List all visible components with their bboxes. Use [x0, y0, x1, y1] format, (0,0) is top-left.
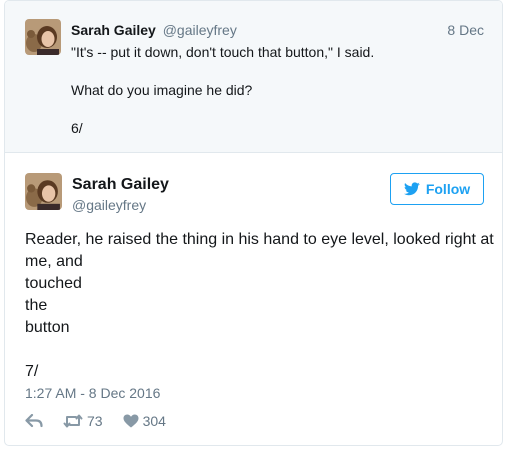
- reply-icon: [25, 414, 43, 428]
- tweet-text-line: [71, 100, 374, 119]
- tweet-text-line: [25, 339, 495, 361]
- author-handle[interactable]: @gaileyfrey: [163, 22, 237, 38]
- retweet-count: 73: [87, 413, 103, 429]
- author-name[interactable]: Sarah Gailey: [72, 176, 169, 194]
- tweet-text-line: button: [25, 319, 70, 336]
- tweet-text-line: 6/: [71, 120, 83, 136]
- like-button[interactable]: 304: [123, 413, 166, 429]
- tweet-actions: 73 304: [25, 411, 186, 431]
- parent-tweet[interactable]: Sarah Gailey @gaileyfrey 8 Dec "It's -- …: [5, 1, 502, 153]
- follow-label: Follow: [425, 181, 471, 197]
- avatar[interactable]: [25, 19, 61, 55]
- retweet-button[interactable]: 73: [63, 413, 103, 429]
- retweet-icon: [63, 414, 83, 428]
- tweet-text-line: [71, 62, 374, 81]
- reply-button[interactable]: [25, 414, 43, 428]
- tweet-text-line: touched: [25, 275, 82, 292]
- like-count: 304: [142, 413, 166, 429]
- author-handle[interactable]: @gaileyfrey: [72, 197, 146, 213]
- tweet-timestamp[interactable]: 1:27 AM - 8 Dec 2016: [25, 385, 160, 401]
- tweet-text-line: 7/: [25, 363, 39, 380]
- twitter-bird-icon: [403, 182, 420, 196]
- tweet-embed-card: Sarah Gailey @gaileyfrey 8 Dec "It's -- …: [4, 0, 503, 446]
- tweet-text: Reader, he raised the thing in his hand …: [25, 229, 495, 383]
- tweet-text-line: "It's -- put it down, don't touch that b…: [71, 44, 375, 60]
- tweet-text-line: the: [25, 297, 48, 314]
- parent-tweet-header: Sarah Gailey @gaileyfrey: [71, 22, 237, 38]
- heart-icon: [123, 414, 139, 428]
- tweet-text-line: Reader, he raised the thing in his hand …: [25, 231, 494, 270]
- follow-button[interactable]: Follow: [390, 173, 484, 205]
- tweet-text-line: What do you imagine he did?: [71, 82, 253, 98]
- tweet-date[interactable]: 8 Dec: [447, 22, 484, 38]
- parent-tweet-text: "It's -- put it down, don't touch that b…: [71, 43, 374, 138]
- avatar[interactable]: [25, 173, 62, 210]
- author-name[interactable]: Sarah Gailey: [71, 22, 156, 38]
